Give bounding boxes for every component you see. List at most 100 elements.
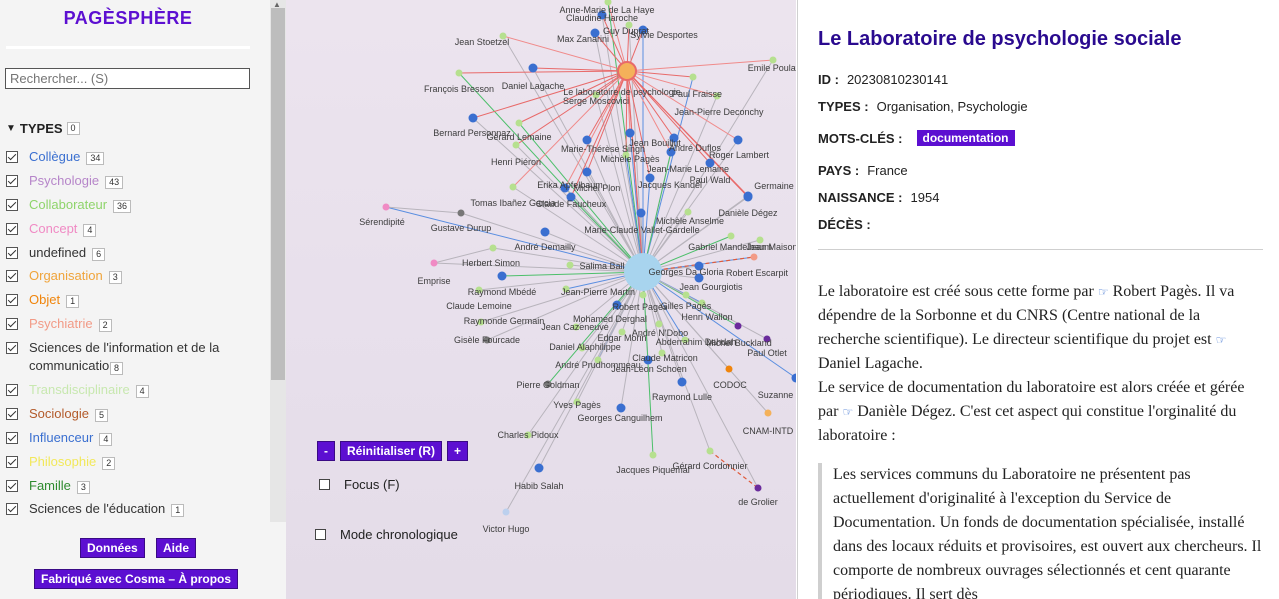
zoom-in-button[interactable]: + [447, 441, 469, 461]
graph-node-label[interactable]: Jean Gourgiotis [679, 282, 743, 292]
graph-node-label[interactable]: Suzanne Briet [758, 390, 796, 400]
link-robert-pages[interactable]: Robert Pagès [1113, 283, 1198, 300]
graph-node-label[interactable]: Emprise [417, 276, 450, 286]
type-checkbox[interactable] [6, 199, 18, 211]
chrono-toggle[interactable]: Mode chronologique [315, 527, 458, 542]
graph-node-label[interactable]: Gisèle Fourcade [454, 335, 520, 345]
graph-node-label[interactable]: Sylvie Desportes [630, 30, 698, 40]
graph-node-label[interactable]: Henri Wallon [681, 312, 732, 322]
graph-node[interactable] [566, 261, 574, 269]
help-button[interactable]: Aide [156, 538, 197, 558]
graph-node[interactable] [540, 227, 550, 237]
type-checkbox[interactable] [6, 175, 18, 187]
search-input[interactable] [5, 68, 250, 89]
type-checkbox[interactable] [6, 384, 18, 396]
graph-node-label[interactable]: Raymond Lulle [652, 392, 712, 402]
graph-node-label[interactable]: Claude Matricon [632, 353, 698, 363]
graph-node[interactable] [727, 232, 735, 240]
graph-view[interactable]: Anne-Marie de La Haye Claudine Haroche Guy… [286, 0, 796, 599]
type-checkbox[interactable] [6, 432, 18, 444]
graph-node-label[interactable]: Habib Salah [514, 481, 563, 491]
graph-node-label[interactable]: Henri Piéron [491, 157, 541, 167]
graph-node-label[interactable]: Salima Ball [579, 261, 624, 271]
graph-node-label[interactable]: Jean-Pierre Martin [561, 287, 635, 297]
graph-node-label[interactable]: Max Zanarini [557, 34, 609, 44]
graph-node[interactable] [430, 259, 438, 267]
graph-node-label[interactable]: Jean Cazeneuve [541, 322, 609, 332]
graph-node[interactable] [497, 271, 507, 281]
graph-node-label[interactable]: Jean-Pierre Deconchy [674, 107, 764, 117]
graph-node-label[interactable]: Charles Pidoux [497, 430, 559, 440]
graph-node-label[interactable]: Robert Escarpit [726, 268, 789, 278]
graph-node-label[interactable]: Michel Plon [574, 183, 621, 193]
link-daniele-degez[interactable]: Danièle Dégez [857, 403, 952, 420]
keyword-badge[interactable]: documentation [916, 130, 1015, 146]
graph-node[interactable] [754, 484, 762, 492]
graph-node[interactable] [515, 119, 523, 127]
graph-node-label[interactable]: Jean Maison [746, 242, 796, 252]
graph-node[interactable] [639, 291, 647, 299]
graph-node-label[interactable]: Georges Da Gloria [648, 267, 723, 277]
graph-node-label[interactable]: Michèle Pagès [600, 154, 660, 164]
graph-node-label[interactable]: Roger Lambert [709, 150, 770, 160]
type-filter-collegue[interactable]: Collègue 34 [6, 148, 256, 166]
graph-node[interactable] [734, 322, 742, 330]
link-daniel-lagache[interactable]: Daniel Lagache [818, 355, 919, 372]
type-filter-sic[interactable]: Sciences de l'information et de la commu… [6, 339, 256, 375]
graph-node-label[interactable]: Robert Pagès [612, 302, 668, 312]
graph-node-label[interactable]: Gérard Lemaine [486, 132, 551, 142]
type-filter-organisation[interactable]: Organisation 3 [6, 267, 256, 285]
graph-node-label[interactable]: Claude Lemoine [446, 301, 512, 311]
graph-node[interactable] [677, 377, 687, 387]
type-checkbox[interactable] [6, 456, 18, 468]
type-filter-influenceur[interactable]: Influenceur 4 [6, 429, 256, 447]
graph-node-label[interactable]: Raymonde Germain [464, 316, 545, 326]
graph-node-label[interactable]: Jean-Léon Schoen [611, 364, 687, 374]
graph-node-label[interactable]: Serge Moscovici [563, 96, 629, 106]
graph-node-label[interactable]: André Demailly [514, 242, 576, 252]
type-filter-sciences-education[interactable]: Sciences de l'éducation 1 [6, 500, 256, 518]
organisation-graph-node[interactable] [617, 61, 637, 81]
type-checkbox[interactable] [6, 223, 18, 235]
type-checkbox[interactable] [6, 342, 18, 354]
graph-node[interactable] [689, 73, 697, 81]
graph-node-label[interactable]: Claudine Haroche [566, 13, 638, 23]
graph-node[interactable] [502, 508, 510, 516]
sidebar-scrollbar[interactable]: ▲ [270, 0, 286, 522]
type-filter-objet[interactable]: Objet 1 [6, 291, 256, 309]
graph-node[interactable] [706, 447, 714, 455]
graph-node-label[interactable]: Daniel Lagache [502, 81, 565, 91]
graph-node-label[interactable]: Herbert Simon [462, 258, 520, 268]
type-checkbox[interactable] [6, 480, 18, 492]
type-checkbox[interactable] [6, 247, 18, 259]
type-checkbox[interactable] [6, 151, 18, 163]
graph-node-label[interactable]: Jean Stoetzel [455, 37, 510, 47]
graph-node-label[interactable]: Paul Otlet [747, 348, 787, 358]
graph-node[interactable] [649, 451, 657, 459]
graph-node-label[interactable]: CNAM-INTD [743, 426, 794, 436]
type-filter-sociologie[interactable]: Sociologie 5 [6, 405, 256, 423]
graph-node-label[interactable]: Daniel Alaphilippe [549, 342, 621, 352]
types-toggle[interactable]: ▼ TYPES 0 [6, 121, 80, 136]
about-button[interactable]: Fabriqué avec Cosma – À propos [34, 569, 239, 589]
graph-node[interactable] [743, 192, 753, 202]
zoom-out-button[interactable]: - [317, 441, 335, 461]
graph-node[interactable] [616, 403, 626, 413]
reset-button[interactable]: Réinitialiser (R) [340, 441, 443, 461]
type-filter-psychiatrie[interactable]: Psychiatrie 2 [6, 315, 256, 333]
graph-node[interactable] [582, 167, 592, 177]
graph-node-label[interactable]: Georges Canguilhem [577, 413, 662, 423]
type-checkbox[interactable] [6, 408, 18, 420]
graph-node[interactable] [684, 208, 692, 216]
type-checkbox[interactable] [6, 270, 18, 282]
data-button[interactable]: Données [80, 538, 145, 558]
graph-node[interactable] [750, 253, 758, 261]
type-filter-philosophie[interactable]: Philosophie 2 [6, 453, 256, 471]
graph-node-label[interactable]: Sérendipité [359, 217, 405, 227]
type-filter-famille[interactable]: Famille 3 [6, 477, 256, 495]
focus-checkbox[interactable] [319, 479, 330, 490]
graph-node-label[interactable]: Paul Fraisse [672, 89, 722, 99]
graph-node-label[interactable]: Marie-Thérèse Singh [561, 144, 645, 154]
focus-toggle[interactable]: Focus (F) [319, 477, 400, 492]
graph-node[interactable] [534, 463, 544, 473]
